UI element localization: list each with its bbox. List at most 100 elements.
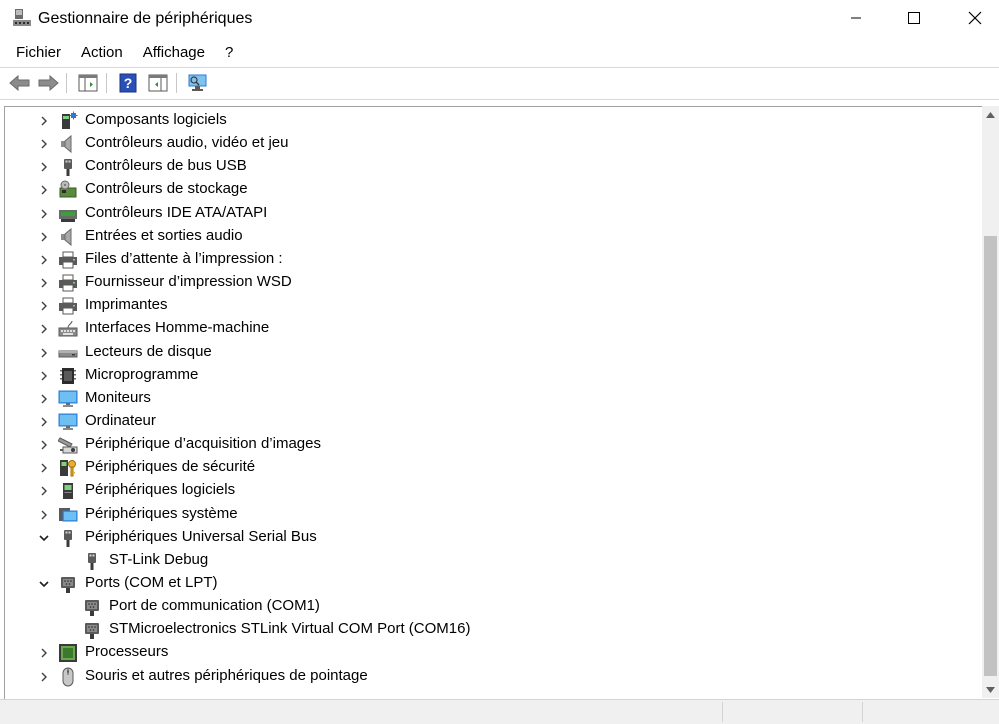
- chevron-right-icon[interactable]: [36, 113, 52, 129]
- speaker-icon: [58, 134, 78, 154]
- tree-item-ports-com-et-lpt[interactable]: Ports (COM et LPT): [5, 572, 975, 595]
- forward-button[interactable]: [36, 71, 60, 95]
- close-button[interactable]: [952, 0, 998, 36]
- tree-item-label: Port de communication (COM1): [109, 597, 320, 615]
- disk-drive-icon: [58, 343, 78, 363]
- chevron-right-icon[interactable]: [36, 159, 52, 175]
- port-icon: [82, 597, 102, 617]
- tree-item-port-de-communication-com1[interactable]: Port de communication (COM1): [5, 595, 975, 618]
- menu-action[interactable]: Action: [71, 41, 133, 65]
- printer-icon: [58, 296, 78, 316]
- tree-item-peripheriques-de-securite[interactable]: Périphériques de sécurité: [5, 456, 975, 479]
- firmware-icon: [58, 366, 78, 386]
- menu-help[interactable]: ?: [215, 41, 243, 65]
- scroll-down-button[interactable]: [982, 681, 999, 698]
- tree-item-label: Souris et autres périphériques de pointa…: [85, 666, 368, 684]
- tree-item-peripheriques-logiciels[interactable]: Périphériques logiciels: [5, 479, 975, 502]
- toolbar-divider: [176, 73, 177, 93]
- tree-item-label: Ports (COM et LPT): [85, 574, 218, 591]
- mouse-icon: [58, 667, 78, 687]
- speaker-icon: [58, 227, 78, 247]
- chevron-right-icon[interactable]: [36, 345, 52, 361]
- back-button[interactable]: [8, 71, 32, 95]
- port-icon: [82, 620, 102, 640]
- tree-item-label: Processeurs: [85, 643, 169, 661]
- chevron-right-icon[interactable]: [36, 414, 52, 430]
- tree-item-moniteurs[interactable]: Moniteurs: [5, 387, 975, 410]
- ide-controller-icon: [58, 204, 78, 224]
- chevron-down-icon[interactable]: [36, 530, 52, 546]
- tree-item-composants-logiciels[interactable]: Composants logiciels: [5, 109, 975, 132]
- tree-item-peripheriques-universal-serial-bus[interactable]: Périphériques Universal Serial Bus: [5, 526, 975, 549]
- chevron-right-icon[interactable]: [36, 391, 52, 407]
- tree-item-label: Moniteurs: [85, 388, 151, 406]
- menu-bar: Fichier Action Affichage ?: [0, 40, 999, 66]
- software-component-icon: [58, 111, 78, 131]
- tree-item-imprimantes[interactable]: Imprimantes: [5, 294, 975, 317]
- tree-item-ordinateur[interactable]: Ordinateur: [5, 410, 975, 433]
- chevron-right-icon[interactable]: [36, 136, 52, 152]
- vertical-scrollbar[interactable]: [982, 106, 999, 698]
- tree-item-label: Périphériques Universal Serial Bus: [85, 527, 317, 545]
- camera-icon: [58, 435, 78, 455]
- window-title: Gestionnaire de périphériques: [38, 10, 253, 27]
- chevron-right-icon[interactable]: [36, 368, 52, 384]
- tree-item-lecteurs-de-disque[interactable]: Lecteurs de disque: [5, 341, 975, 364]
- title-bar[interactable]: Gestionnaire de périphériques: [0, 0, 999, 38]
- properties-button[interactable]: [146, 71, 170, 95]
- chevron-right-icon[interactable]: [36, 229, 52, 245]
- tree-item-souris-et-autres-peripheriques-de-pointage[interactable]: Souris et autres périphériques de pointa…: [5, 665, 975, 688]
- tree-item-microprogramme[interactable]: Microprogramme: [5, 364, 975, 387]
- show-hide-tree-button[interactable]: [76, 71, 100, 95]
- tree-item-label: Composants logiciels: [85, 111, 227, 128]
- software-device-icon: [58, 481, 78, 501]
- menu-file[interactable]: Fichier: [0, 41, 71, 65]
- chevron-right-icon[interactable]: [36, 275, 52, 291]
- chevron-right-icon[interactable]: [36, 483, 52, 499]
- tree-item-interfaces-homme-machine[interactable]: Interfaces Homme-machine: [5, 317, 975, 340]
- tree-item-processeurs[interactable]: Processeurs: [5, 641, 975, 664]
- tree-item-controleurs-ide-ata-atapi[interactable]: Contrôleurs IDE ATA/ATAPI: [5, 202, 975, 225]
- tree-item-controleurs-audio-video-et-jeu[interactable]: Contrôleurs audio, vidéo et jeu: [5, 132, 975, 155]
- chevron-right-icon[interactable]: [36, 182, 52, 198]
- tree-item-entrees-et-sorties-audio[interactable]: Entrées et sorties audio: [5, 225, 975, 248]
- status-cell: [862, 702, 999, 722]
- chevron-right-icon[interactable]: [36, 206, 52, 222]
- tree-item-controleurs-de-bus-usb[interactable]: Contrôleurs de bus USB: [5, 155, 975, 178]
- tree-item-label: Périphériques système: [85, 504, 238, 522]
- chevron-right-icon[interactable]: [36, 669, 52, 685]
- toolbar-divider: [106, 73, 107, 93]
- chevron-right-icon[interactable]: [36, 252, 52, 268]
- tree-item-peripherique-d-acquisition-d-images[interactable]: Périphérique d’acquisition d’images: [5, 433, 975, 456]
- maximize-button[interactable]: [891, 0, 937, 36]
- maximize-icon: [908, 12, 920, 24]
- tree-item-files-d-attente-a-l-impression[interactable]: Files d’attente à l’impression :: [5, 248, 975, 271]
- tree-item-label: Fournisseur d’impression WSD: [85, 273, 292, 291]
- tree-item-fournisseur-d-impression-wsd[interactable]: Fournisseur d’impression WSD: [5, 271, 975, 294]
- scan-hardware-button[interactable]: [186, 71, 210, 95]
- chevron-right-icon[interactable]: [36, 298, 52, 314]
- tree-item-stmicroelectronics-stlink-virtual-com-port-com16[interactable]: STMicroelectronics STLink Virtual COM Po…: [5, 618, 975, 641]
- toolbar-divider-line: [0, 99, 999, 100]
- chevron-right-icon[interactable]: [36, 437, 52, 453]
- help-button[interactable]: ?: [116, 71, 140, 95]
- device-tree[interactable]: Composants logiciels Contrôleurs audio, v…: [4, 106, 983, 699]
- scroll-down-arrow-icon: [986, 686, 995, 693]
- chevron-right-icon[interactable]: [36, 507, 52, 523]
- tree-item-st-link-debug[interactable]: ST-Link Debug: [5, 549, 975, 572]
- chevron-right-icon[interactable]: [36, 321, 52, 337]
- tree-item-controleurs-de-stockage[interactable]: Contrôleurs de stockage: [5, 178, 975, 201]
- minimize-icon: [851, 17, 861, 19]
- status-cell: [722, 702, 863, 722]
- chevron-down-icon[interactable]: [36, 576, 52, 592]
- chevron-right-icon[interactable]: [36, 460, 52, 476]
- chevron-right-icon[interactable]: [36, 645, 52, 661]
- tree-item-label: Ordinateur: [85, 411, 156, 429]
- tree-item-label: Périphériques de sécurité: [85, 458, 256, 476]
- scroll-up-button[interactable]: [982, 106, 999, 123]
- security-key-icon: [58, 458, 78, 478]
- scrollbar-thumb[interactable]: [984, 236, 997, 676]
- tree-item-peripheriques-systeme[interactable]: Périphériques système: [5, 503, 975, 526]
- minimize-button[interactable]: [833, 0, 879, 36]
- menu-view[interactable]: Affichage: [133, 41, 215, 65]
